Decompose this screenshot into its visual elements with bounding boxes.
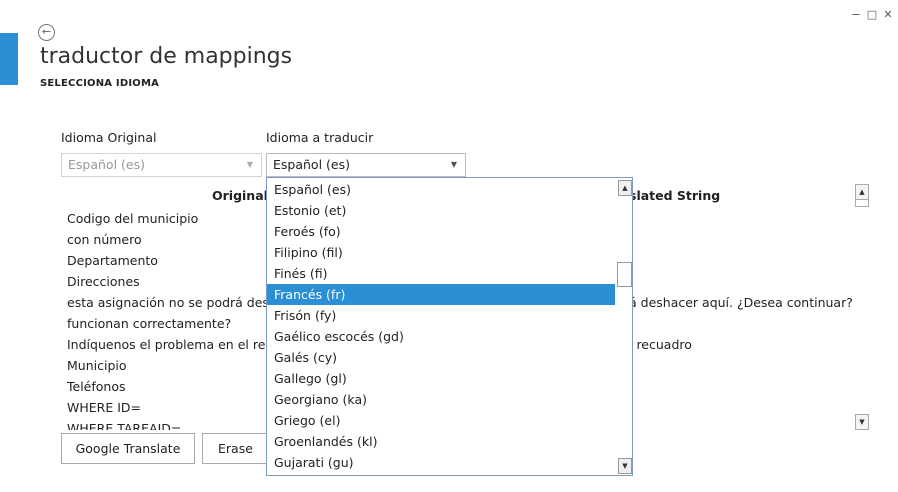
dropdown-option[interactable]: Francés (fr) [267,284,615,305]
dropdown-option[interactable]: Frisón (fy) [267,305,615,326]
dropdown-option[interactable]: Español (es) [267,179,615,200]
dropdown-option[interactable]: Filipino (fil) [267,242,615,263]
dropdown-scrollbar[interactable]: ▲ ▼ [615,178,632,475]
row-original: Municipio [67,358,127,373]
back-arrow-icon[interactable]: ← [38,24,55,41]
row-original: Teléfonos [67,379,126,394]
target-language-value: Español (es) [273,157,350,172]
target-language-label: Idioma a traducir [266,130,374,145]
dropdown-option[interactable]: Finés (fi) [267,263,615,284]
column-header-translated: slated String [629,188,721,203]
row-original: WHERE TAREAID= [67,421,182,430]
row-translated[interactable]: l recuadro [629,334,692,355]
dropdown-scroll-thumb[interactable] [617,262,632,287]
table-scroll-up-icon[interactable]: ▲ [855,184,869,200]
original-language-select: Español (es) ▼ [61,153,262,177]
row-original: Departamento [67,253,158,268]
dropdown-option[interactable]: Georgiano (ka) [267,389,615,410]
minimize-button[interactable]: − [850,8,862,21]
dropdown-option[interactable]: Gallego (gl) [267,368,615,389]
dropdown-option[interactable]: Estonio (et) [267,200,615,221]
dropdown-option[interactable]: Galés (cy) [267,347,615,368]
dropdown-option[interactable]: Feroés (fo) [267,221,615,242]
chevron-down-icon: ▼ [246,160,253,169]
chevron-down-icon: ▼ [450,160,457,169]
original-language-label: Idioma Original [61,130,157,145]
row-original: esta asignación no se podrá desh [67,295,277,310]
row-original: Codigo del municipio [67,211,199,226]
scroll-down-icon[interactable]: ▼ [618,458,632,474]
row-original: Indíquenos el problema en el recu [67,337,281,352]
table-scroll-thumb[interactable] [855,200,869,207]
maximize-button[interactable]: □ [866,8,878,21]
column-header-original: Original [212,188,268,203]
page-subtitle: SELECCIONA IDIOMA [40,78,160,89]
language-dropdown-list[interactable]: Español (es) Estonio (et) Feroés (fo) Fi… [266,177,633,476]
page-title: traductor de mappings [40,44,293,69]
accent-bar [0,33,18,85]
row-original: WHERE ID= [67,400,141,415]
erase-button[interactable]: Erase da [202,433,272,464]
row-original: Direcciones [67,274,140,289]
original-language-value: Español (es) [68,157,145,172]
dropdown-option[interactable]: Groenlandés (kl) [267,431,615,452]
target-language-select[interactable]: Español (es) ▼ [266,153,466,177]
row-original: con número [67,232,142,247]
dropdown-option[interactable]: Gaélico escocés (gd) [267,326,615,347]
row-original: funcionan correctamente? [67,316,232,331]
google-translate-button[interactable]: Google Translate [61,433,195,464]
scroll-up-icon[interactable]: ▲ [618,180,632,196]
dropdown-option[interactable]: Gujarati (gu) [267,452,615,473]
row-translated[interactable]: á deshacer aquí. ¿Desea continuar? [629,292,853,313]
close-button[interactable]: ✕ [882,8,894,21]
dropdown-option[interactable]: Griego (el) [267,410,615,431]
